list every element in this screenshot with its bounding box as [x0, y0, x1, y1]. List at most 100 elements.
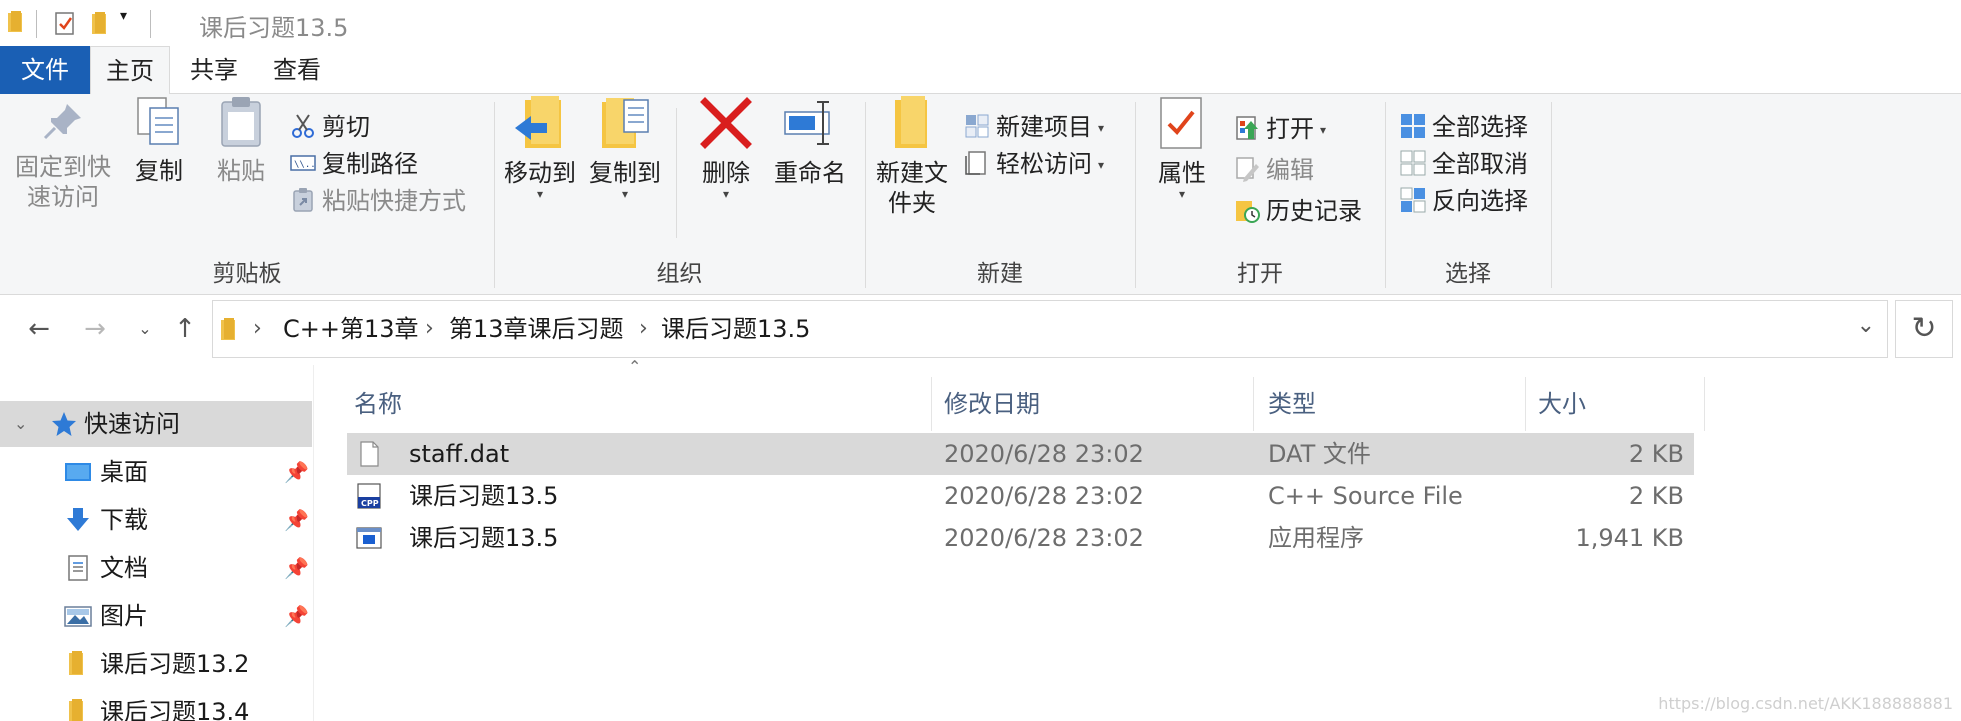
breadcrumb-item[interactable]: C++第13章	[283, 301, 419, 357]
file-row[interactable]: staff.dat 2020/6/28 23:02 DAT 文件 2 KB	[347, 433, 1694, 475]
copy-path-button[interactable]: \\... 复制路径	[290, 147, 418, 181]
select-none-button[interactable]: 全部取消	[1400, 147, 1528, 181]
cut-label: 剪切	[322, 113, 370, 141]
new-item-button[interactable]: 新建项目 ▾	[964, 110, 1104, 144]
folder-icon	[219, 316, 241, 346]
folder-icon	[69, 699, 83, 721]
address-dropdown-chevron-icon[interactable]: ⌄	[1857, 313, 1875, 338]
tab-share[interactable]: 共享	[172, 46, 256, 94]
nav-item-label: 桌面	[100, 458, 148, 486]
nav-item-documents[interactable]: 文档 📌	[0, 545, 312, 591]
file-modified: 2020/6/28 23:02	[944, 524, 1144, 552]
nav-item-desktop[interactable]: 桌面 📌	[0, 449, 312, 495]
rename-label: 重命名	[774, 159, 846, 187]
breadcrumb-chevron-icon[interactable]: ›	[639, 301, 648, 357]
pin-icon	[43, 104, 81, 140]
folder-icon	[69, 651, 83, 675]
pin-to-quick-access-label: 固定到快速访问	[15, 153, 111, 211]
invert-selection-button[interactable]: 反向选择	[1400, 184, 1528, 218]
edit-button[interactable]: 编辑	[1234, 153, 1314, 187]
properties-quick-icon[interactable]	[52, 10, 78, 40]
column-header-modified[interactable]: 修改日期	[944, 377, 1040, 431]
select-all-button[interactable]: 全部选择	[1400, 110, 1528, 144]
column-header-size[interactable]: 大小	[1538, 377, 1586, 431]
column-divider[interactable]	[931, 377, 932, 431]
recent-locations-chevron-icon[interactable]: ⌄	[128, 312, 162, 346]
folder-icon	[6, 10, 28, 38]
address-bar[interactable]: › C++第13章 › 第13章课后习题 › 课后习题13.5 ⌄	[212, 300, 1888, 358]
sort-ascending-icon: ⌃	[628, 357, 642, 376]
copy-button[interactable]: 复制	[124, 94, 194, 186]
history-button[interactable]: 历史记录	[1234, 194, 1362, 228]
history-icon	[1236, 201, 1260, 223]
paste-button[interactable]: 粘贴	[206, 94, 276, 186]
file-row[interactable]: CPP 课后习题13.5 2020/6/28 23:02 C++ Source …	[347, 475, 1694, 517]
customize-toolbar-icon[interactable]: ▾	[120, 8, 127, 24]
pin-to-quick-access-button[interactable]: 固定到快速访问	[8, 94, 118, 212]
divider	[150, 10, 151, 38]
delete-x-icon	[700, 97, 752, 149]
rename-icon	[784, 101, 830, 145]
organize-group-label: 组织	[656, 261, 703, 287]
paste-shortcut-button[interactable]: 粘贴快捷方式	[290, 184, 466, 218]
quick-access-label: 快速访问	[84, 410, 180, 438]
rename-button[interactable]: 重命名	[770, 94, 850, 188]
select-group-label: 选择	[1445, 261, 1491, 287]
new-group-label: 新建	[977, 261, 1023, 287]
nav-item-pictures[interactable]: 图片 📌	[0, 593, 312, 639]
pin-icon[interactable]: 📌	[284, 593, 309, 639]
file-name: 课后习题13.5	[409, 482, 559, 510]
nav-quick-access[interactable]: ⌄ 快速访问	[0, 401, 312, 447]
pin-icon[interactable]: 📌	[284, 545, 309, 591]
open-button[interactable]: 打开 ▾	[1234, 112, 1326, 146]
new-folder-icon	[895, 96, 927, 148]
copy-to-button[interactable]: 复制到 ▾	[584, 94, 666, 200]
column-divider[interactable]	[1704, 377, 1705, 431]
column-divider[interactable]	[1253, 377, 1254, 431]
watermark: https://blog.csdn.net/AKK188888881	[1658, 694, 1953, 713]
easy-access-dropdown-icon: ▾	[1098, 158, 1105, 172]
paste-shortcut-label: 粘贴快捷方式	[322, 187, 466, 215]
delete-button[interactable]: 删除 ▾	[690, 94, 762, 200]
cut-button[interactable]: 剪切	[290, 110, 370, 144]
copy-path-icon: \\...	[290, 155, 316, 171]
select-none-icon	[1400, 150, 1426, 176]
paste-shortcut-icon	[293, 188, 313, 212]
new-folder-button[interactable]: 新建文件夹	[872, 94, 952, 218]
back-arrow-icon[interactable]: ←	[22, 312, 56, 346]
file-row[interactable]: 课后习题13.5 2020/6/28 23:02 应用程序 1,941 KB	[347, 517, 1694, 559]
pin-icon[interactable]: 📌	[284, 449, 309, 495]
properties-button[interactable]: 属性 ▾	[1146, 94, 1218, 200]
tab-home[interactable]: 主页	[90, 46, 170, 95]
breadcrumb-item[interactable]: 课后习题13.5	[661, 301, 810, 357]
tab-view[interactable]: 查看	[256, 46, 338, 94]
nav-item-label: 课后习题13.4	[100, 698, 250, 721]
column-divider[interactable]	[1525, 377, 1526, 431]
select-all-label: 全部选择	[1432, 113, 1528, 141]
pin-icon[interactable]: 📌	[284, 497, 309, 543]
invert-selection-icon	[1400, 187, 1426, 213]
nav-item-folder[interactable]: 课后习题13.4	[0, 689, 312, 721]
forward-arrow-icon[interactable]: →	[78, 312, 112, 346]
breadcrumb-chevron-icon[interactable]: ›	[425, 301, 434, 357]
expand-chevron-icon[interactable]: ⌄	[14, 401, 27, 447]
window-title: 课后习题13.5	[199, 14, 349, 42]
easy-access-button[interactable]: 轻松访问 ▾	[964, 147, 1104, 181]
move-to-button[interactable]: 移动到 ▾	[502, 94, 578, 200]
column-header-type[interactable]: 类型	[1268, 377, 1316, 431]
clipboard-icon	[221, 97, 261, 147]
file-size: 2 KB	[1628, 440, 1684, 468]
nav-item-folder[interactable]: 课后习题13.2	[0, 641, 312, 687]
breadcrumb-chevron-icon[interactable]: ›	[253, 301, 262, 357]
breadcrumb-item[interactable]: 第13章课后习题	[449, 301, 624, 357]
refresh-icon[interactable]: ↻	[1895, 300, 1953, 358]
select-none-label: 全部取消	[1432, 150, 1528, 178]
nav-item-downloads[interactable]: 下载 📌	[0, 497, 312, 543]
up-arrow-icon[interactable]: ↑	[168, 312, 202, 346]
copy-to-icon	[602, 98, 649, 148]
tab-file[interactable]: 文件	[0, 46, 90, 94]
new-folder-quick-icon[interactable]	[90, 10, 112, 40]
column-header-name[interactable]: 名称	[354, 377, 402, 431]
open-dropdown-icon: ▾	[1320, 123, 1327, 137]
cpp-file-icon: CPP	[357, 483, 381, 509]
